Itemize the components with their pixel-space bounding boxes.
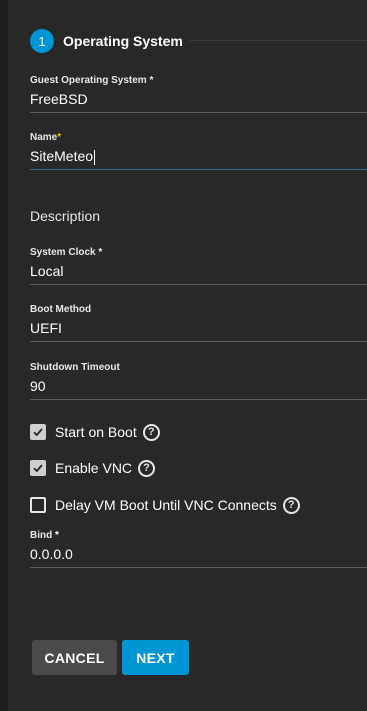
- description-placeholder: Description: [30, 208, 101, 224]
- cancel-button[interactable]: CANCEL: [32, 640, 117, 675]
- boot-method-label: Boot Method: [30, 304, 92, 315]
- step-title: Operating System: [63, 33, 183, 49]
- system-clock-value: Local: [30, 263, 64, 279]
- system-clock-label: System Clock *: [30, 247, 103, 258]
- system-clock-underline: [30, 284, 367, 285]
- checkbox-unchecked-icon[interactable]: [30, 497, 46, 513]
- name-label: Name*: [30, 132, 62, 143]
- system-clock-select[interactable]: System Clock * Local: [30, 246, 367, 285]
- start-on-boot-label: Start on Boot: [55, 424, 137, 440]
- shutdown-timeout-value: 90: [30, 378, 46, 394]
- boot-method-select[interactable]: Boot Method UEFI: [30, 303, 367, 342]
- start-on-boot-checkbox[interactable]: Start on Boot ?: [30, 421, 160, 443]
- name-value: SiteMeteo: [30, 148, 96, 165]
- guest-os-label: Guest Operating System *: [30, 75, 154, 86]
- bind-label: Bind *: [30, 530, 59, 541]
- vm-wizard-panel: 1 Operating System Guest Operating Syste…: [8, 0, 367, 711]
- enable-vnc-checkbox[interactable]: Enable VNC ?: [30, 457, 156, 479]
- guest-os-underline: [30, 112, 367, 113]
- delay-vm-boot-label: Delay VM Boot Until VNC Connects: [55, 497, 277, 513]
- text-caret: [94, 149, 96, 165]
- help-icon[interactable]: ?: [282, 496, 300, 514]
- name-underline: [30, 169, 367, 170]
- bind-value: 0.0.0.0: [30, 546, 73, 562]
- enable-vnc-label: Enable VNC: [55, 460, 133, 476]
- bind-underline: [30, 567, 367, 568]
- help-icon[interactable]: ?: [138, 459, 156, 477]
- bind-select[interactable]: Bind * 0.0.0.0: [30, 529, 367, 568]
- name-input[interactable]: Name* SiteMeteo: [30, 131, 367, 170]
- boot-method-underline: [30, 341, 367, 342]
- help-icon[interactable]: ?: [142, 423, 160, 441]
- next-button[interactable]: NEXT: [122, 640, 189, 675]
- guest-os-select[interactable]: Guest Operating System * FreeBSD: [30, 74, 367, 113]
- step-divider: [190, 40, 367, 41]
- boot-method-value: UEFI: [30, 320, 62, 336]
- shutdown-timeout-input[interactable]: Shutdown Timeout 90: [30, 361, 367, 400]
- shutdown-timeout-underline: [30, 399, 367, 400]
- checkbox-checked-icon[interactable]: [30, 424, 46, 440]
- delay-vm-boot-checkbox[interactable]: Delay VM Boot Until VNC Connects ?: [30, 494, 300, 516]
- guest-os-value: FreeBSD: [30, 91, 88, 107]
- step-number-badge: 1: [30, 29, 54, 53]
- description-input[interactable]: Description: [30, 205, 367, 227]
- step-header: 1 Operating System: [30, 28, 183, 54]
- checkbox-checked-icon[interactable]: [30, 460, 46, 476]
- shutdown-timeout-label: Shutdown Timeout: [30, 362, 120, 373]
